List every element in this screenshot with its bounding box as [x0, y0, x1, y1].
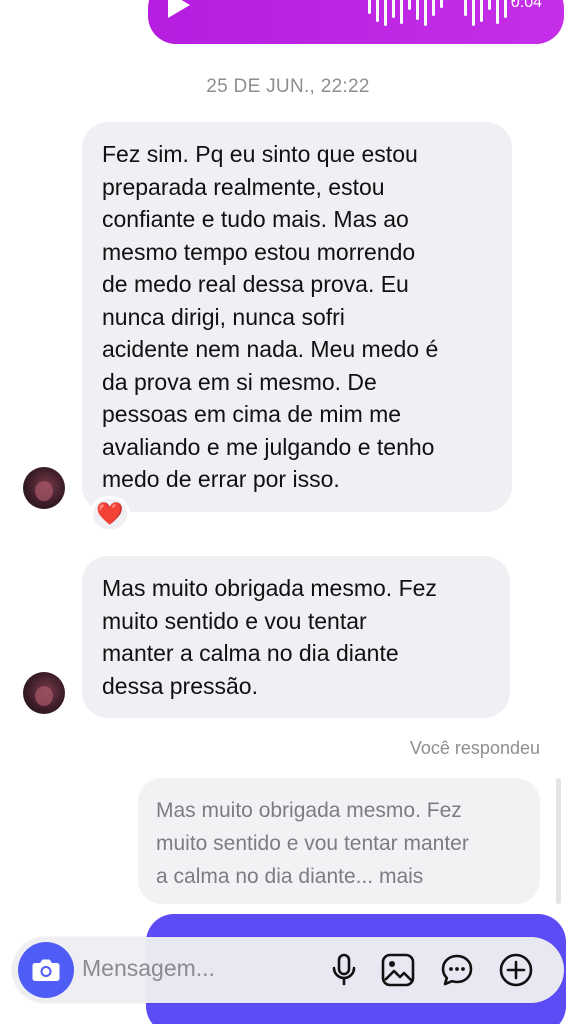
message-input[interactable]: Mensagem... — [82, 955, 215, 982]
incoming-message[interactable]: Fez sim. Pq eu sinto que estou preparada… — [82, 122, 512, 512]
chat-screen: 0:04 25 DE JUN., 22:22 Fez sim. Pq eu si… — [0, 0, 576, 1024]
reply-quote[interactable]: Mas muito obrigada mesmo. Fez muito sent… — [138, 778, 540, 904]
message-text: Mas muito obrigada mesmo. Fez muito sent… — [102, 575, 437, 699]
replied-label: Você respondeu — [409, 738, 540, 758]
conversation-timestamp: 25 DE JUN., 22:22 — [206, 76, 370, 97]
gallery-icon[interactable] — [381, 953, 415, 987]
avatar[interactable] — [23, 672, 65, 714]
message-composer: Mensagem... — [12, 937, 564, 1003]
avatar[interactable] — [23, 467, 65, 509]
incoming-message[interactable]: Mas muito obrigada mesmo. Fez muito sent… — [82, 556, 510, 718]
microphone-icon[interactable] — [327, 953, 361, 987]
message-text: Fez sim. Pq eu sinto que estou preparada… — [102, 141, 439, 492]
audio-waveform — [368, 0, 523, 26]
camera-icon — [32, 959, 60, 981]
heart-reaction-icon[interactable]: ❤️ — [90, 496, 130, 532]
play-icon[interactable] — [168, 0, 190, 18]
voice-message-bubble[interactable]: 0:04 — [148, 0, 564, 44]
voice-duration: 0:04 — [510, 0, 542, 11]
sticker-icon[interactable] — [440, 953, 474, 987]
camera-button[interactable] — [18, 942, 74, 998]
add-icon[interactable] — [499, 953, 533, 987]
reply-indicator-bar — [556, 778, 561, 904]
